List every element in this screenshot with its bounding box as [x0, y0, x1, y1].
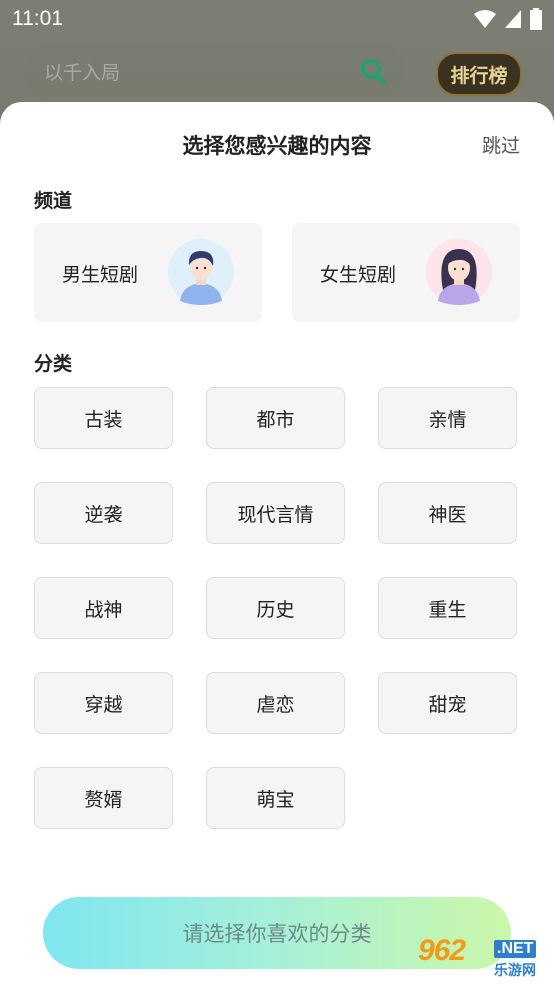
category-tag[interactable]: 神医 [378, 482, 517, 544]
category-tag[interactable]: 都市 [206, 387, 345, 449]
interest-selection-sheet: 选择您感兴趣的内容 跳过 频道 男生短剧 女生短剧 分类 古装 都市 亲情 逆袭… [0, 102, 554, 984]
category-tag[interactable]: 战神 [34, 577, 173, 639]
watermark-suffix: .NET [494, 940, 537, 958]
category-tag[interactable]: 亲情 [378, 387, 517, 449]
search-placeholder: 以千入局 [44, 62, 121, 84]
signal-icon [505, 10, 521, 28]
rank-badge-button[interactable]: 排行榜 [430, 44, 524, 98]
battery-icon [530, 8, 542, 30]
site-watermark: 962 .NET 乐游网 [414, 934, 554, 984]
sheet-title: 选择您感兴趣的内容 [182, 134, 372, 158]
wifi-icon [474, 10, 496, 28]
skip-button[interactable]: 跳过 [482, 131, 520, 158]
category-tag[interactable]: 甜宠 [378, 672, 517, 734]
channel-section-label: 频道 [34, 190, 73, 212]
category-tag[interactable]: 赘婿 [34, 767, 173, 829]
category-tag[interactable]: 虐恋 [206, 672, 345, 734]
channel-card-male[interactable]: 男生短剧 [34, 223, 262, 322]
category-tag[interactable]: 古装 [34, 387, 173, 449]
female-avatar-icon [426, 239, 492, 305]
watermark-logo-text: 962 [418, 934, 466, 967]
category-tag[interactable]: 历史 [206, 577, 345, 639]
search-icon[interactable] [360, 58, 386, 84]
male-avatar-icon [168, 239, 234, 305]
channel-label: 男生短剧 [62, 264, 139, 286]
category-tag[interactable]: 现代言情 [206, 482, 345, 544]
category-tag[interactable]: 逆袭 [34, 482, 173, 544]
status-bar: 11:01 [0, 0, 554, 40]
channel-label: 女生短剧 [320, 264, 397, 286]
rank-badge-label: 排行榜 [436, 52, 522, 96]
status-icons [474, 8, 542, 30]
channel-card-female[interactable]: 女生短剧 [292, 223, 520, 322]
category-tag[interactable]: 萌宝 [206, 767, 345, 829]
search-bar[interactable]: 以千入局 [24, 44, 404, 98]
category-section-label: 分类 [34, 353, 73, 375]
status-time: 11:01 [12, 7, 63, 30]
watermark-site-name: 乐游网 [494, 963, 536, 979]
category-tag[interactable]: 重生 [378, 577, 517, 639]
category-tag[interactable]: 穿越 [34, 672, 173, 734]
